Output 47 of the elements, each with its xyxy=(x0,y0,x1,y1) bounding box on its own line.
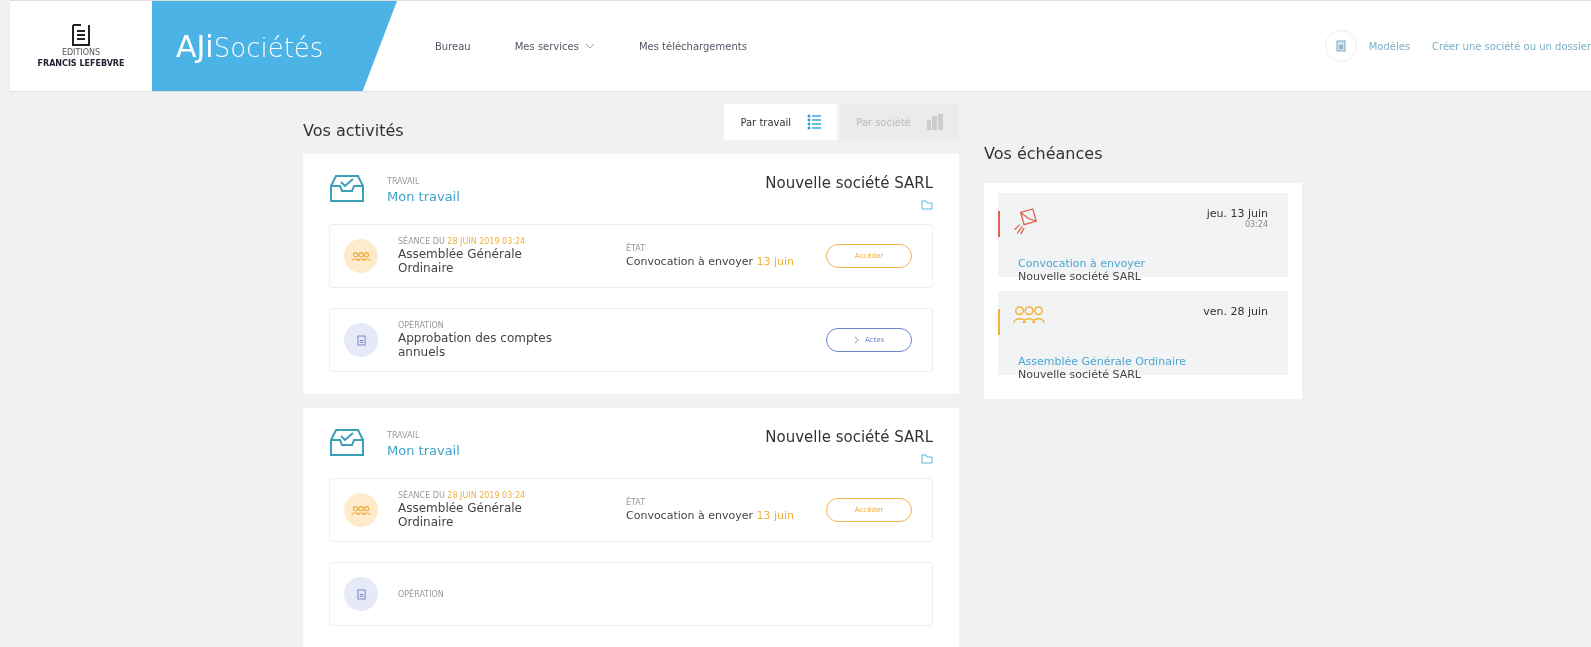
document-icon xyxy=(344,323,378,357)
inbox-check-icon xyxy=(329,428,365,458)
list-icon xyxy=(807,114,822,130)
inbox-check-icon xyxy=(329,174,365,204)
create-company-link[interactable]: Créer une société ou un dossier xyxy=(1432,40,1591,52)
deadline-date: jeu. 13 juin xyxy=(1206,207,1268,220)
section-title: Vos activités xyxy=(303,120,404,140)
people-icon xyxy=(344,239,378,273)
state-label: ÉTAT xyxy=(626,498,647,507)
work-link[interactable]: Mon travail xyxy=(387,443,460,458)
people-icon xyxy=(1012,305,1046,324)
work-link[interactable]: Mon travail xyxy=(387,189,460,204)
deadline-title: Assemblée Générale Ordinaire xyxy=(1017,355,1187,368)
nav-link[interactable]: Mes téléchargements xyxy=(638,40,747,52)
caret-icon xyxy=(584,43,595,49)
state-text: Convocation à envoyer 13 juin xyxy=(626,255,795,268)
app-name[interactable]: AJiSociétés xyxy=(176,28,324,64)
operation-label: OPÉRATION xyxy=(398,589,445,599)
company-name: Nouvelle société SARL xyxy=(765,174,933,192)
work-label: TRAVAIL xyxy=(387,431,421,440)
operation-label: OPÉRATION xyxy=(398,321,445,330)
publisher-logo[interactable]: EDITIONS FRANCIS LEFEBVRE xyxy=(10,1,152,91)
publisher-name: FRANCIS LEFEBVRE xyxy=(37,59,125,68)
operation-title: Approbation des comptes annuels xyxy=(398,331,553,359)
people-icon xyxy=(344,493,378,527)
work-label: TRAVAIL xyxy=(387,177,421,186)
session-title: Assemblée Générale Ordinaire xyxy=(398,247,523,275)
state-label: ÉTAT xyxy=(626,244,647,253)
envelope-icon xyxy=(1012,207,1038,237)
session-label: SÉANCE DU 28 JUIN 2019 03:24 xyxy=(398,491,527,500)
models-link[interactable]: Modèles xyxy=(1368,40,1411,52)
folder-icon[interactable] xyxy=(921,454,933,464)
section-title: Vos échéances xyxy=(984,144,1104,163)
deadline-date: ven. 28 juin xyxy=(1203,305,1268,318)
deadline-title: Convocation à envoyer xyxy=(1017,257,1146,270)
session-title: Assemblée Générale Ordinaire xyxy=(398,501,523,529)
chevron-icon xyxy=(853,336,859,344)
company-name: Nouvelle société SARL xyxy=(765,428,933,446)
view-tab[interactable]: Par travail xyxy=(724,104,838,140)
document-icon xyxy=(344,577,378,611)
session-label: SÉANCE DU 28 JUIN 2019 03:24 xyxy=(398,237,527,246)
nav-link[interactable]: Bureau xyxy=(435,40,471,52)
state-text: Convocation à envoyer 13 juin xyxy=(626,509,795,522)
publisher-small-label: EDITIONS xyxy=(61,48,101,57)
nav-link[interactable]: Mes services xyxy=(514,40,595,52)
deadline-time: 03:24 xyxy=(1244,220,1268,229)
folder-icon[interactable] xyxy=(921,200,933,210)
